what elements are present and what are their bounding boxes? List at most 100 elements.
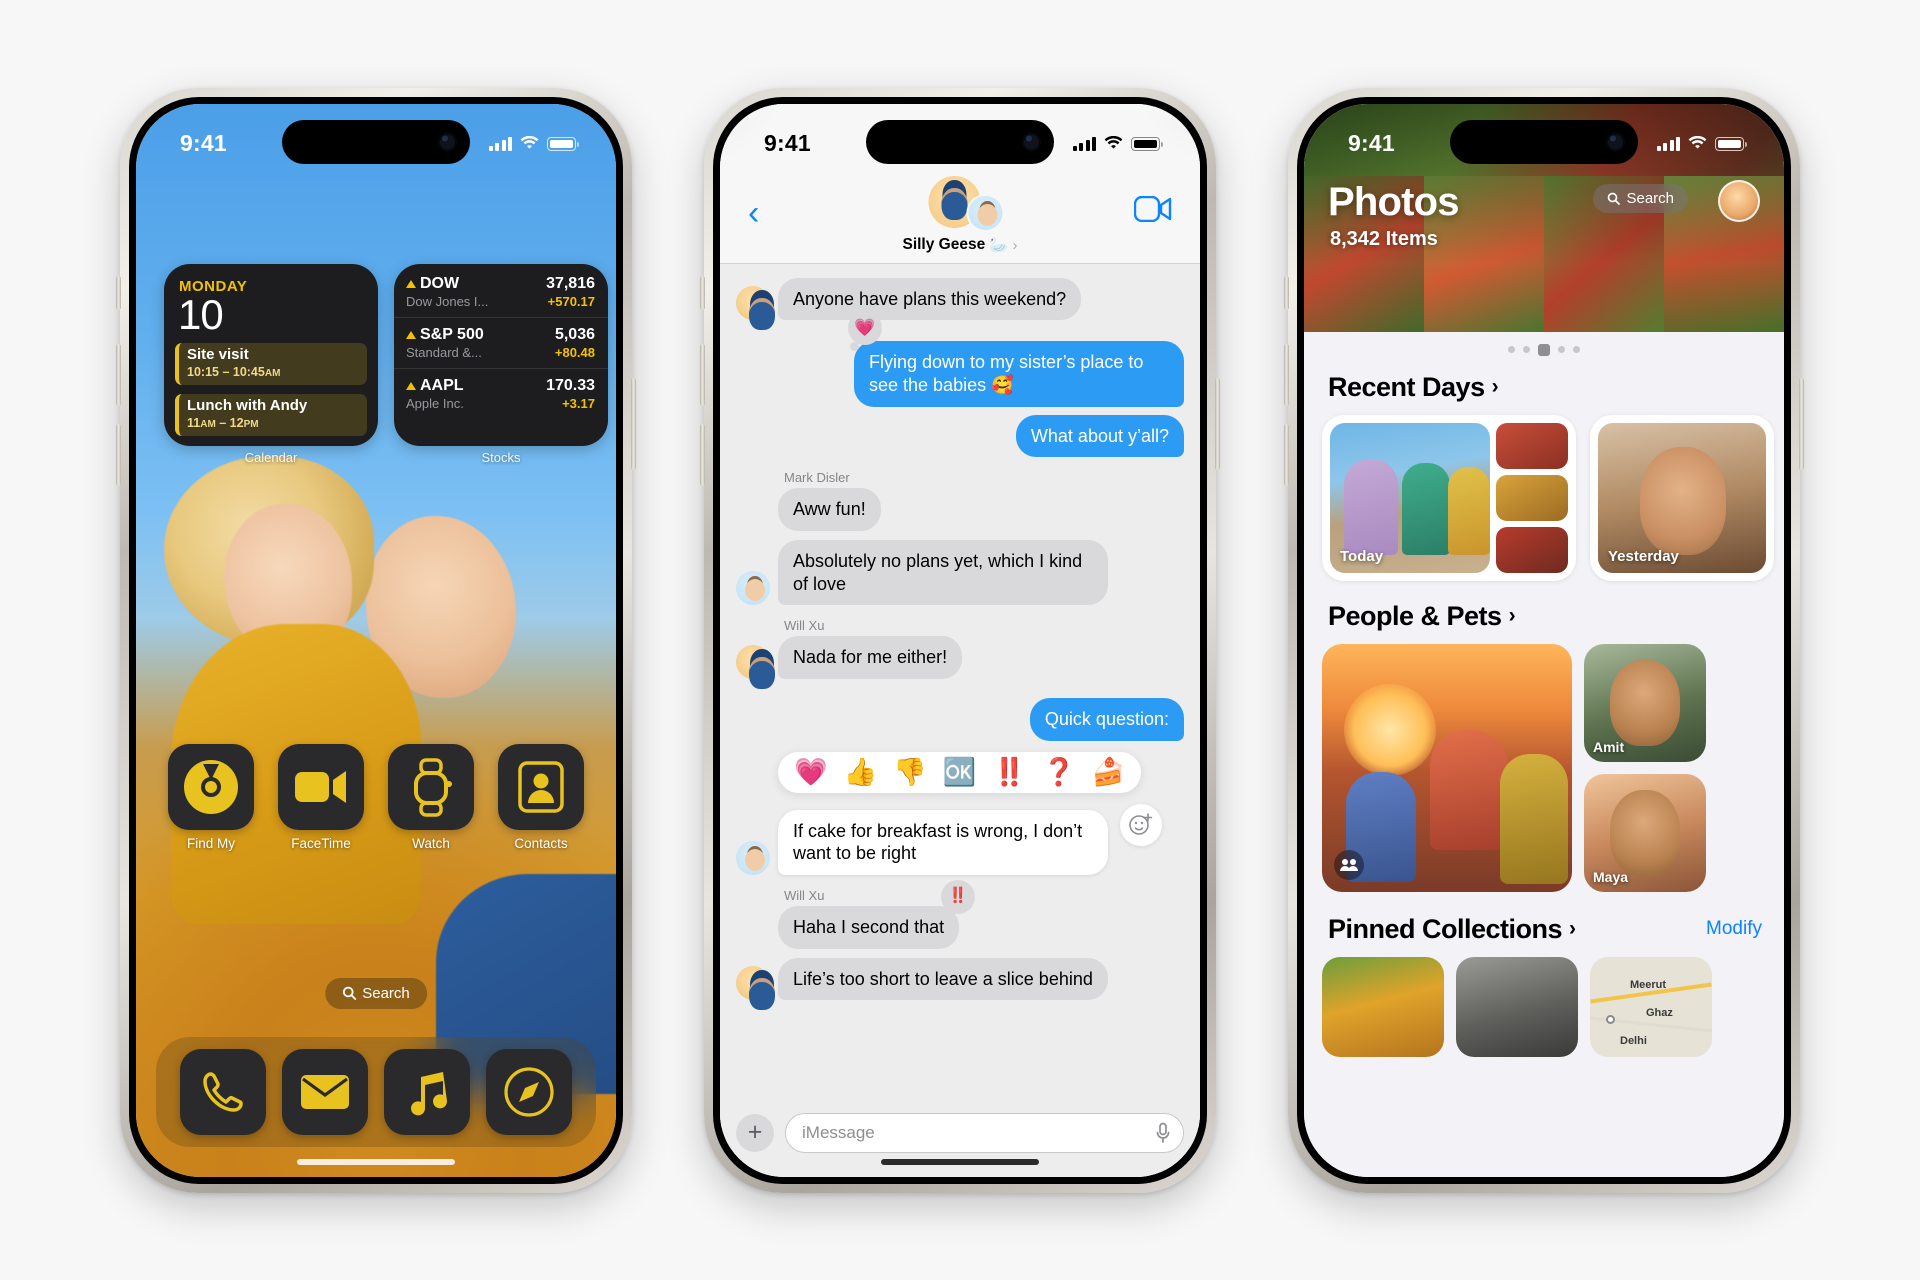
page-dot[interactable] [1558, 346, 1565, 353]
tapback-heart[interactable]: 💗 [848, 311, 882, 352]
home-indicator[interactable] [881, 1158, 1039, 1165]
volume-up-button[interactable] [1284, 343, 1289, 406]
recent-day-main-photo[interactable]: Yesterday [1598, 422, 1766, 573]
message-bubble-incoming[interactable]: If cake for breakfast is wrong, I don’t … [778, 809, 1108, 875]
recent-days-row[interactable]: Today Yesterday [1304, 414, 1784, 581]
tapback-option-haha[interactable]: 🆗 [943, 758, 977, 786]
stocks-row-left: S&P 500 Standard &... [406, 326, 484, 362]
stocks-symbol: AAPL [420, 376, 464, 394]
imessage-input[interactable]: iMessage [785, 1112, 1184, 1153]
video-camera-icon[interactable] [1133, 195, 1172, 227]
photo-thumbnail[interactable] [1496, 474, 1568, 521]
power-button[interactable] [1799, 377, 1804, 470]
people-pets-row[interactable]: Amit Maya [1304, 643, 1784, 892]
app-find-my[interactable]: Find My [162, 743, 260, 851]
volume-up-button[interactable] [116, 343, 121, 406]
group-header[interactable]: Silly Geese 🦢 › [902, 175, 1018, 255]
photo-thumbnail[interactable] [1496, 526, 1568, 573]
add-reaction-icon[interactable] [1120, 803, 1162, 846]
power-button[interactable] [1215, 377, 1220, 470]
app-facetime[interactable]: FaceTime [272, 743, 370, 851]
recent-day-card-today[interactable]: Today [1322, 414, 1576, 581]
silent-switch[interactable] [116, 275, 121, 310]
modify-button[interactable]: Modify [1706, 918, 1762, 940]
message-thread[interactable]: Anyone have plans this weekend? 💗 Flying… [720, 263, 1200, 1081]
message-bubble-outgoing[interactable]: Quick question: [1029, 697, 1184, 741]
volume-down-button[interactable] [700, 423, 705, 486]
mail-icon[interactable] [282, 1048, 368, 1135]
home-indicator[interactable] [297, 1158, 455, 1165]
volume-up-button[interactable] [700, 343, 705, 406]
music-icon[interactable] [384, 1048, 470, 1135]
section-header-people-pets[interactable]: People & Pets › [1304, 581, 1784, 644]
pinned-collection-tile[interactable] [1322, 956, 1444, 1057]
scroll-fade [1304, 1150, 1784, 1177]
calendar-event-meridiem: AM [264, 367, 281, 379]
person-tile-amit[interactable]: Amit [1584, 643, 1706, 762]
section-header-pinned-collections[interactable]: Pinned Collections › Modify [1304, 892, 1784, 957]
chevron-right-icon: › [1491, 375, 1499, 398]
message-bubble-incoming[interactable]: Absolutely no plans yet, which I kind of… [778, 539, 1108, 606]
calendar-widget[interactable]: MONDAY 10 Site visit 10:15 – 10:45AM Lun… [164, 263, 378, 446]
silent-switch[interactable] [700, 275, 705, 310]
person-name: Amit [1593, 738, 1625, 755]
tapback-option-heart[interactable]: 💗 [794, 758, 828, 786]
home-search-button[interactable]: Search [325, 977, 427, 1009]
stocks-row[interactable]: DOW Dow Jones I... 37,816 +570.17 [394, 264, 608, 311]
recent-day-main-photo[interactable]: Today [1330, 422, 1490, 573]
page-dot[interactable] [1508, 346, 1515, 353]
stocks-company-name: Dow Jones I... [406, 293, 489, 309]
stocks-widget[interactable]: DOW Dow Jones I... 37,816 +570.17 S&P 50… [394, 263, 608, 446]
tapback-picker[interactable]: 💗 👍 👎 🆗 ‼️ ❓ 🍰 [778, 751, 1142, 793]
page-dot[interactable] [1573, 346, 1580, 353]
calendar-event[interactable]: Lunch with Andy 11AM – 12PM [175, 393, 367, 436]
pinned-collections-row[interactable]: Meerut Ghaz Delhi [1304, 956, 1784, 1057]
message-bubble-outgoing[interactable]: What about y’all? [1015, 414, 1184, 458]
person-tile-maya[interactable]: Maya [1584, 773, 1706, 892]
message-bubble-outgoing[interactable]: 💗 Flying down to my sister’s place to se… [848, 311, 1184, 407]
chevron-right-icon: › [1012, 236, 1018, 254]
message-bubble-incoming[interactable]: Life’s too short to leave a slice behind [778, 957, 1108, 1001]
stocks-row[interactable]: S&P 500 Standard &... 5,036 +80.48 [394, 316, 608, 362]
search-button[interactable]: Search [1593, 183, 1688, 213]
stocks-row[interactable]: AAPL Apple Inc. 170.33 +3.17 [394, 367, 608, 413]
pinned-collection-tile[interactable] [1456, 956, 1578, 1057]
tapback-option-thumbs-up[interactable]: 👍 [844, 758, 878, 786]
pinned-collection-map-tile[interactable]: Meerut Ghaz Delhi [1590, 956, 1712, 1057]
app-contacts[interactable]: Contacts [492, 743, 590, 851]
message-bubble-incoming[interactable]: Haha I second that ‼️ [778, 879, 976, 949]
stocks-row-left: AAPL Apple Inc. [406, 377, 464, 413]
page-dot[interactable] [1523, 346, 1530, 353]
plus-icon[interactable]: + [736, 1113, 774, 1152]
calendar-event[interactable]: Site visit 10:15 – 10:45AM [175, 343, 367, 385]
phone-icon[interactable] [180, 1048, 266, 1135]
app-watch[interactable]: Watch [382, 743, 480, 851]
tapback-option-thumbs-down[interactable]: 👎 [893, 758, 927, 786]
calendar-event-title: Lunch with Andy [187, 396, 308, 414]
microphone-icon[interactable] [1155, 1122, 1171, 1144]
page-dot-active[interactable] [1538, 343, 1550, 356]
message-bubble-incoming[interactable]: Anyone have plans this weekend? [778, 277, 1082, 321]
tapback-option-cake[interactable]: 🍰 [1092, 758, 1126, 786]
tapback-option-question[interactable]: ❓ [1042, 758, 1076, 786]
people-pets-group-photo[interactable] [1322, 643, 1572, 892]
chevron-left-icon[interactable]: ‹ [748, 196, 759, 230]
search-icon [1608, 192, 1621, 205]
volume-down-button[interactable] [116, 423, 121, 486]
safari-icon[interactable] [486, 1048, 572, 1135]
tapback-option-exclamation[interactable]: ‼️ [993, 758, 1027, 786]
power-button[interactable] [631, 377, 636, 470]
recent-day-card-yesterday[interactable]: Yesterday [1590, 414, 1774, 581]
message-bubble-incoming[interactable]: Nada for me either! [778, 636, 963, 679]
dynamic-island [1450, 119, 1638, 164]
section-header-recent-days[interactable]: Recent Days › [1304, 362, 1784, 415]
volume-down-button[interactable] [1284, 423, 1289, 486]
silent-switch[interactable] [1284, 275, 1289, 310]
recent-day-caption: Yesterday [1608, 547, 1679, 565]
photo-thumbnail[interactable] [1496, 422, 1568, 469]
tapback-exclamation[interactable]: ‼️ [941, 879, 976, 920]
profile-avatar[interactable] [1718, 179, 1760, 222]
page-dots[interactable] [1304, 332, 1784, 362]
message-bubble-incoming[interactable]: Aww fun! [778, 488, 881, 531]
stocks-symbol: S&P 500 [420, 325, 484, 343]
